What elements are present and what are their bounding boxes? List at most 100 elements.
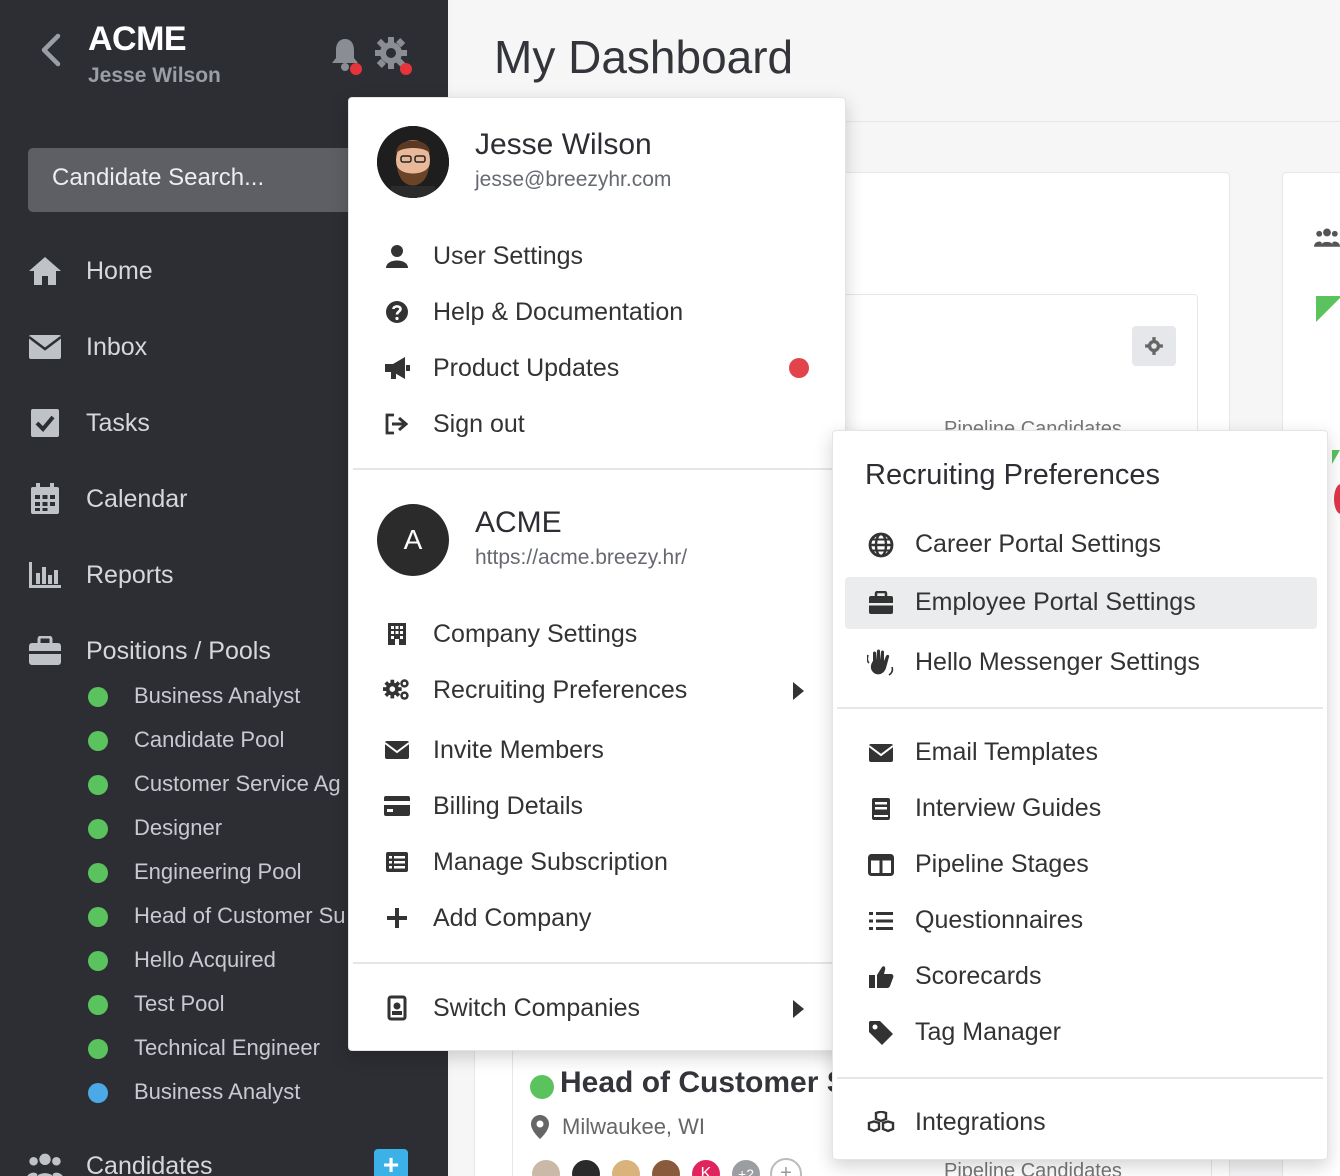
nav-label: Reports <box>86 560 174 589</box>
sign-out-icon <box>383 411 411 437</box>
menu-item-label: Career Portal Settings <box>915 530 1161 558</box>
thumbs-up-icon <box>867 964 895 990</box>
status-dot <box>530 1075 554 1099</box>
caret-right-icon <box>793 682 804 700</box>
notification-dot <box>400 63 412 75</box>
credit-card-icon <box>383 793 411 819</box>
nav-label: Home <box>86 256 153 285</box>
position-title[interactable]: Head of Customer S <box>560 1066 847 1100</box>
menu-item-recruiting-preferences[interactable]: Recruiting Preferences <box>349 664 845 716</box>
book-icon <box>867 796 895 822</box>
menu-item-label: Manage Subscription <box>433 848 668 876</box>
users-icon <box>1314 226 1340 253</box>
menu-item-hello-messenger-settings[interactable]: Hello Messenger Settings <box>845 637 1317 689</box>
status-corner <box>1316 296 1340 322</box>
menu-item-label: Product Updates <box>433 354 620 382</box>
menu-item-switch-companies[interactable]: Switch Companies <box>349 982 845 1034</box>
menu-item-integrations[interactable]: Integrations <box>845 1097 1317 1149</box>
id-badge-icon <box>383 995 411 1021</box>
envelope-icon <box>26 330 64 364</box>
menu-company-name: ACME <box>475 506 562 539</box>
users-icon <box>26 1149 64 1176</box>
menu-item-interview-guides[interactable]: Interview Guides <box>845 783 1317 835</box>
status-dot <box>88 863 108 883</box>
globe-icon <box>867 532 895 558</box>
nav-label: Inbox <box>86 332 148 361</box>
caret-right-icon <box>793 1000 804 1018</box>
menu-item-label: Interview Guides <box>915 794 1102 822</box>
briefcase-icon <box>26 634 64 668</box>
menu-item-scorecards[interactable]: Scorecards <box>845 951 1317 1003</box>
bell-icon[interactable] <box>330 36 362 75</box>
megaphone-icon <box>383 355 411 381</box>
menu-item-label: Employee Portal Settings <box>915 588 1196 616</box>
position-label: Business Analyst <box>134 683 301 708</box>
menu-item-pipeline-stages[interactable]: Pipeline Stages <box>845 839 1317 891</box>
columns-icon <box>867 852 895 878</box>
question-circle-icon <box>383 299 411 325</box>
nav-label: Positions / Pools <box>86 636 271 665</box>
pipeline-candidates-label: Pipeline Candidates <box>944 1160 1122 1176</box>
menu-item-label: Sign out <box>433 410 525 438</box>
menu-item-manage-subscription[interactable]: Manage Subscription <box>349 836 845 888</box>
nav-label: Candidates <box>86 1152 213 1176</box>
user-menu-dropdown: Jesse Wilson jesse@breezyhr.com User Set… <box>348 97 846 1051</box>
position-label: Business Analyst <box>134 1079 301 1104</box>
menu-item-label: Billing Details <box>433 792 584 820</box>
position-label: Technical Engineer <box>134 1035 320 1060</box>
menu-user-email: jesse@breezyhr.com <box>475 168 672 191</box>
menu-item-label: Email Templates <box>915 738 1098 766</box>
menu-item-email-templates[interactable]: Email Templates <box>845 727 1317 779</box>
list-alt-icon <box>383 849 411 875</box>
menu-item-career-portal-settings[interactable]: Career Portal Settings <box>845 519 1317 571</box>
menu-item-invite-members[interactable]: Invite Members <box>349 724 845 776</box>
menu-item-company-settings[interactable]: Company Settings <box>349 608 845 660</box>
position-location: Milwaukee, WI <box>562 1114 706 1139</box>
menu-item-label: Invite Members <box>433 736 604 764</box>
checkbox-icon <box>26 406 64 440</box>
position-label: Head of Customer Su <box>134 903 346 928</box>
home-icon <box>26 254 64 288</box>
menu-item-help[interactable]: Help & Documentation <box>349 286 845 338</box>
status-dot <box>88 951 108 971</box>
candidate-search-input[interactable]: Candidate Search... <box>28 148 368 212</box>
menu-item-employee-portal-settings[interactable]: Employee Portal Settings <box>845 577 1317 629</box>
plus-icon <box>383 905 411 931</box>
menu-item-billing-details[interactable]: Billing Details <box>349 780 845 832</box>
menu-item-label: Switch Companies <box>433 994 641 1022</box>
menu-item-tag-manager[interactable]: Tag Manager <box>845 1007 1317 1059</box>
location-pin-icon <box>530 1114 550 1145</box>
bar-chart-icon <box>26 558 64 592</box>
status-dot <box>88 775 108 795</box>
gears-icon <box>383 677 411 703</box>
status-dot <box>88 907 108 927</box>
building-icon <box>383 621 411 647</box>
menu-item-add-company[interactable]: Add Company <box>349 892 845 944</box>
status-dot <box>88 1083 108 1103</box>
user-avatar <box>377 126 449 198</box>
waving-hand-icon <box>867 649 895 676</box>
notification-dot <box>350 63 362 75</box>
menu-item-label: Questionnaires <box>915 906 1084 934</box>
menu-item-user-settings[interactable]: User Settings <box>349 230 845 282</box>
calendar-icon <box>26 482 64 516</box>
position-item[interactable]: Business Analyst <box>0 1072 448 1112</box>
submenu-title: Recruiting Preferences <box>865 459 1160 491</box>
cubes-icon <box>867 1110 895 1136</box>
menu-item-label: Hello Messenger Settings <box>915 648 1200 676</box>
status-corner <box>1332 450 1340 464</box>
page-title: My Dashboard <box>494 31 794 83</box>
menu-item-questionnaires[interactable]: Questionnaires <box>845 895 1317 947</box>
company-name: ACME <box>88 20 187 58</box>
menu-item-product-updates[interactable]: Product Updates <box>349 342 845 394</box>
status-dot <box>88 819 108 839</box>
menu-user-name: Jesse Wilson <box>475 128 652 161</box>
menu-item-sign-out[interactable]: Sign out <box>349 398 845 450</box>
gear-icon[interactable] <box>374 36 412 75</box>
user-icon <box>383 243 411 269</box>
position-label: Test Pool <box>134 991 225 1016</box>
back-chevron-icon[interactable] <box>38 30 64 70</box>
menu-divider <box>353 962 843 964</box>
add-candidate-button[interactable]: + <box>374 1149 408 1176</box>
card-settings-button[interactable] <box>1132 326 1176 366</box>
